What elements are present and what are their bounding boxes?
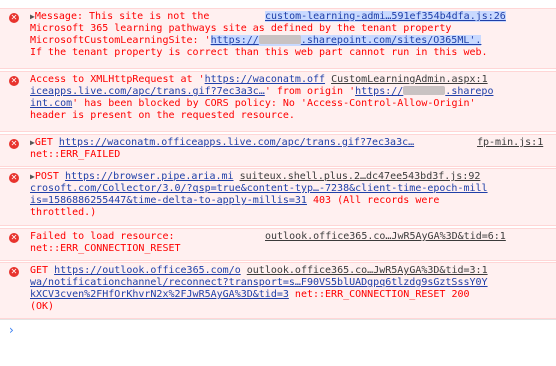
source-link[interactable]: fp-min.js:1 xyxy=(477,137,543,148)
console-message-6[interactable]: ✕ GET https://outlook.office365.com/o ou… xyxy=(0,262,556,319)
error-circle-icon: ✕ xyxy=(9,267,19,277)
source-link[interactable]: outlook.office365.co…JwR5AyGA%3D&tid=3:1 xyxy=(247,265,488,276)
request-url-link[interactable]: kXCV3cven%2FHfOrKhvrN2x%2FJwR5AyGA%3D&ti… xyxy=(30,289,289,300)
origin-url-link[interactable]: int.com xyxy=(30,98,72,109)
source-link[interactable]: CustomLearningAdmin.aspx:1 xyxy=(331,74,488,85)
request-url-link[interactable]: wa/notificationchannel/reconnect?transpo… xyxy=(30,277,488,288)
error-circle-icon: ✕ xyxy=(9,139,19,149)
message-text: If the tenant property is correct than t… xyxy=(30,47,488,58)
status-text: (OK) xyxy=(30,301,55,312)
error-circle-icon: ✕ xyxy=(9,76,19,86)
console-message-2[interactable]: ✕ Access to XMLHttpRequest at 'https://w… xyxy=(0,71,556,132)
message-text: Message: This site is not the xyxy=(34,11,210,22)
error-circle-icon: ✕ xyxy=(9,173,19,183)
console-message-1[interactable]: ✕ ▶Message: This site is not the custom-… xyxy=(0,8,556,69)
error-circle-icon: ✕ xyxy=(9,13,19,23)
request-url-link[interactable]: https://outlook.office365.com/o xyxy=(54,265,241,276)
request-url-link[interactable]: https://browser.pipe.aria.mi xyxy=(65,171,234,182)
message-text: MicrosoftCustomLearningSite: ' xyxy=(30,35,211,46)
source-link[interactable]: suiteux.shell.plus.2…dc47ee543bd3f.js:92 xyxy=(240,171,481,182)
request-url-link[interactable]: crosoft.com/Collector/3.0/?qsp=true&cont… xyxy=(30,183,488,194)
status-text: net::ERR_FAILED xyxy=(30,149,121,160)
tenant-url-link[interactable]: https://.sharepoint.com/sites/O365ML'. xyxy=(210,35,482,46)
console-message-5[interactable]: ✕ Failed to load resource: outlook.offic… xyxy=(0,228,556,261)
status-text: throttled.) xyxy=(30,207,97,218)
redacted-text xyxy=(258,35,301,44)
source-link[interactable]: outlook.office365.co…JwR5AyGA%3D&tid=6:1 xyxy=(265,231,506,242)
redacted-text xyxy=(403,86,446,95)
console-prompt-icon[interactable]: › xyxy=(9,323,14,337)
request-url-link[interactable]: iceapps.live.com/apc/trans.gif?7ec3a3c… xyxy=(30,86,265,97)
request-url-link[interactable]: https://waconatm.off xyxy=(205,74,325,85)
message-text: header is present on the requested resou… xyxy=(30,110,295,121)
console-panel: ✕ ▶Message: This site is not the custom-… xyxy=(0,0,556,366)
request-url-link[interactable]: is=1586886255447&time-delta-to-apply-mil… xyxy=(30,195,307,206)
console-message-3[interactable]: ✕ ▶GET https://waconatm.officeapps.live.… xyxy=(0,134,556,167)
source-link[interactable]: custom-learning-admi…591ef354b4dfa.js:26 xyxy=(265,11,506,22)
error-circle-icon: ✕ xyxy=(9,233,19,243)
origin-url-link[interactable]: https://.sharepo xyxy=(355,86,493,97)
status-text: net::ERR_CONNECTION_RESET xyxy=(30,243,181,254)
prompt-divider xyxy=(0,319,556,320)
console-message-4[interactable]: ✕ ▶POST https://browser.pipe.aria.mi sui… xyxy=(0,168,556,226)
request-url-link[interactable]: https://waconatm.officeapps.live.com/apc… xyxy=(59,137,414,148)
